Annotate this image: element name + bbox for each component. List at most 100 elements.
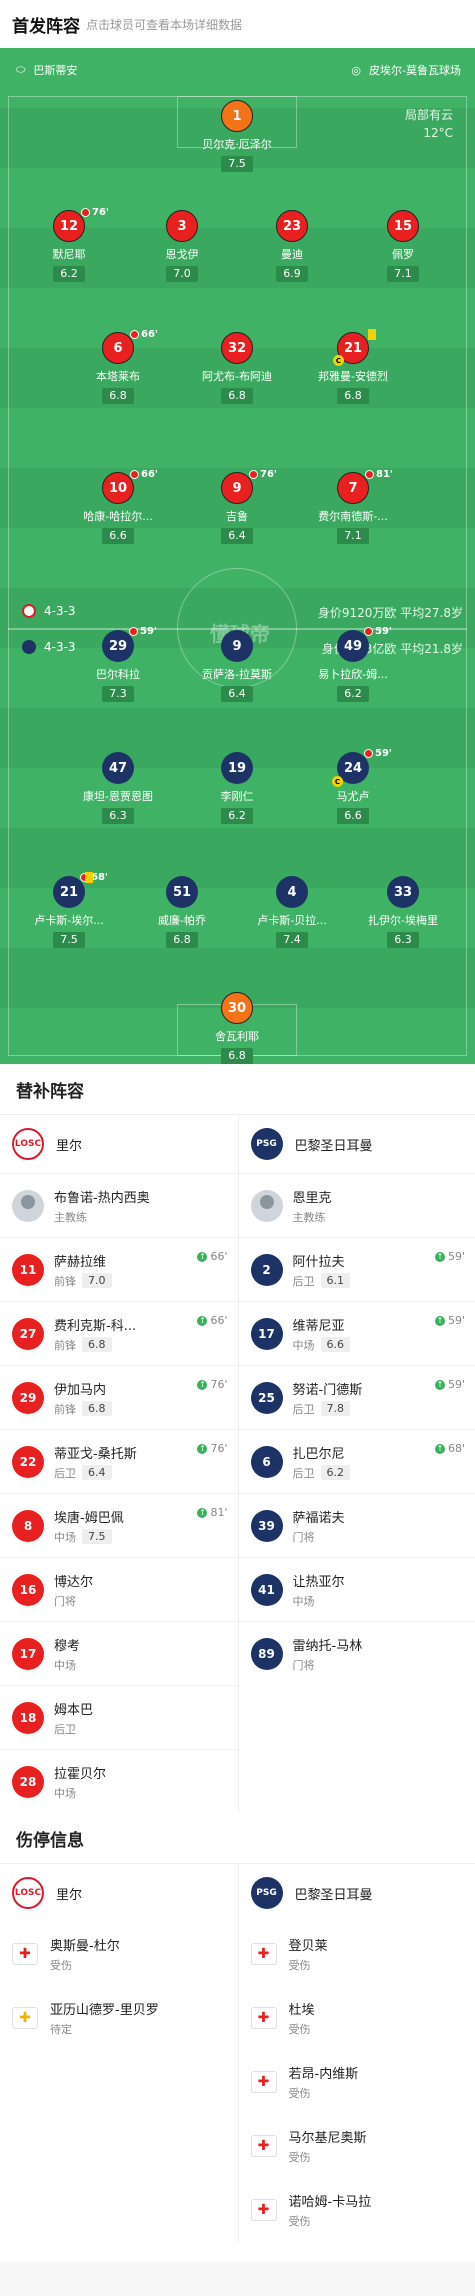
sub-row[interactable]: 28 拉霍贝尔 中场 — [0, 1749, 238, 1813]
sub-in-icon: ↑ — [434, 1379, 445, 1390]
player-number: 3 — [166, 210, 198, 242]
sub-in-icon: ↑ — [197, 1379, 208, 1390]
subs-away-team[interactable]: PSG 巴黎圣日耳曼 — [239, 1115, 475, 1173]
player-name: 让热亚尔 — [292, 1574, 345, 1590]
home-player[interactable]: 3 恩戈伊 7.0 — [127, 210, 237, 282]
sub-row[interactable]: 39 萨福诺夫 门将 — [238, 1493, 475, 1557]
player-number: 6 66' — [102, 329, 158, 364]
player-name: 本塔莱布 — [96, 370, 140, 383]
sub-row[interactable]: 17 维蒂尼亚 中场 6.6 ↑ 59' — [238, 1301, 475, 1365]
sub-in-icon: ↑ — [434, 1251, 445, 1262]
medical-cross-icon: ✚ — [250, 2135, 277, 2157]
injury-row[interactable]: ✚ 奥斯曼-杜尔 受伤 — [0, 1922, 238, 1986]
home-player[interactable]: 32 阿尤布-布阿迪 6.8 — [182, 332, 292, 404]
player-name: 威廉-帕乔 — [158, 914, 206, 927]
player-rating: 6.6 — [102, 528, 134, 544]
sub-out-icon: 76' — [81, 207, 109, 218]
home-player[interactable]: 21 C 邦雅曼-安德烈 6.8 — [298, 329, 408, 404]
away-player[interactable]: 24 59' C 马尤卢 6.6 — [298, 748, 408, 824]
sub-in-icon: ↑ — [434, 1315, 445, 1326]
medical-cross-icon: ✚ — [250, 2007, 277, 2029]
home-player[interactable]: 6 66' 本塔莱布 6.8 — [63, 329, 173, 404]
home-player[interactable]: 1 贝尔克·厄泽尔 7.5 — [182, 100, 292, 172]
sub-row[interactable]: 8 埃唐-姆巴佩 中场 7.5 ↑ 81' — [0, 1493, 238, 1557]
player-number: 29 59' — [102, 626, 157, 662]
sub-in-icon: ↑ — [197, 1315, 208, 1326]
sub-row[interactable]: 25 努诺-门德斯 后卫 7.8 ↑ 59' — [238, 1365, 475, 1429]
player-name: 蒂亚戈-桑托斯 — [54, 1446, 137, 1462]
away-player[interactable]: 49 59' 易卜拉欣-姆... 6.2 — [298, 626, 408, 702]
injuries-home-team[interactable]: LOSC 里尔 — [0, 1864, 238, 1922]
sub-row[interactable]: 17 穆考 中场 — [0, 1621, 238, 1685]
player-name: 穆考 — [54, 1638, 81, 1654]
away-player[interactable]: 30 舍瓦利耶 6.8 — [182, 992, 292, 1064]
lille-crest-icon: LOSC — [12, 1877, 44, 1909]
sub-row[interactable]: 41 让热亚尔 中场 — [238, 1557, 475, 1621]
player-position: 中场 — [54, 1658, 76, 1672]
player-rating: 7.4 — [276, 932, 308, 948]
away-player[interactable]: 4 卢卡斯-贝拉... 7.4 — [237, 876, 347, 948]
player-rating: 6.2 — [337, 686, 369, 702]
sub-row[interactable]: 16 博达尔 门将 — [0, 1557, 238, 1621]
player-rating: 6.8 — [102, 388, 134, 404]
player-position: 后卫 6.1 — [293, 1273, 350, 1289]
sub-in-event: ↑ 66' — [197, 1250, 228, 1263]
away-player[interactable]: 29 59' 巴尔科拉 7.3 — [63, 626, 173, 702]
home-player[interactable]: 12 76' 默尼耶 6.2 — [14, 207, 124, 282]
away-player[interactable]: 33 扎伊尔-埃梅里 6.3 — [348, 876, 458, 948]
sub-row[interactable]: 89 雷纳托-马林 门将 — [238, 1621, 475, 1685]
sub-row[interactable]: 27 费利克斯-科... 前锋 6.8 ↑ 66' — [0, 1301, 238, 1365]
captain-badge: C — [333, 355, 344, 366]
injury-row[interactable]: ✚ 亚历山德罗-里贝罗 待定 — [0, 1986, 238, 2050]
lille-crest-icon — [22, 604, 36, 618]
sub-row[interactable]: 22 蒂亚戈-桑托斯 后卫 6.4 ↑ 76' — [0, 1429, 238, 1493]
home-player[interactable]: 15 佩罗 7.1 — [348, 210, 458, 282]
medical-cross-icon: ✚ — [12, 1943, 38, 1965]
injuries-away-team[interactable]: PSG 巴黎圣日耳曼 — [239, 1864, 475, 1922]
sub-row[interactable]: 6 扎巴尔尼 后卫 6.2 ↑ 68' — [238, 1429, 475, 1493]
player-position: 中场 — [54, 1786, 76, 1800]
player-rating: 6.6 — [337, 808, 369, 824]
sub-row[interactable]: 29 伊加马内 前锋 6.8 ↑ 76' — [0, 1365, 238, 1429]
home-player[interactable]: 10 66' 哈康-哈拉尔... 6.6 — [63, 469, 173, 544]
player-name: 贡萨洛-拉莫斯 — [202, 668, 272, 681]
player-rating: 7.3 — [102, 686, 134, 702]
sub-out-icon: 59' — [364, 748, 392, 759]
medical-cross-icon: ✚ — [250, 2199, 277, 2221]
sub-row[interactable]: 18 姆本巴 后卫 — [0, 1685, 238, 1749]
player-name: 佩罗 — [392, 248, 414, 261]
away-coach[interactable]: 恩里克 主教练 — [238, 1173, 475, 1237]
player-number: 49 59' — [337, 626, 392, 662]
player-number: 25 — [250, 1381, 283, 1414]
player-rating: 6.8 — [166, 932, 198, 948]
injury-row[interactable]: ✚ 马尔基尼奥斯 受伤 — [239, 2114, 475, 2178]
away-player[interactable]: 47 康坦-恩贾恩图 6.3 — [63, 752, 173, 824]
home-player[interactable]: 9 76' 吉鲁 6.4 — [182, 469, 292, 544]
sub-in-icon: ↑ — [197, 1507, 208, 1518]
player-rating: 6.1 — [320, 1273, 350, 1288]
injury-row[interactable]: ✚ 诺哈姆-卡马拉 受伤 — [239, 2178, 475, 2242]
sub-row[interactable]: 11 萨赫拉维 前锋 7.0 ↑ 66' — [0, 1237, 238, 1301]
player-name: 埃唐-姆巴佩 — [54, 1510, 124, 1526]
injury-row[interactable]: ✚ 登贝莱 受伤 — [239, 1922, 475, 1986]
home-player[interactable]: 23 曼迪 6.9 — [237, 210, 347, 282]
player-rating: 6.8 — [337, 388, 369, 404]
home-coach[interactable]: 布鲁诺-热内西奥 主教练 — [0, 1173, 238, 1237]
player-name: 曼迪 — [281, 248, 303, 261]
sub-in-event: ↑ 59' — [434, 1378, 465, 1391]
away-player[interactable]: 21 68' 卢卡斯-埃尔... 7.5 — [14, 872, 124, 948]
home-player[interactable]: 7 81' 费尔南德斯-... 7.1 — [298, 469, 408, 544]
injury-row[interactable]: ✚ 杜埃 受伤 — [239, 1986, 475, 2050]
player-rating: 6.9 — [276, 266, 308, 282]
player-position: 门将 — [292, 1658, 315, 1672]
sub-row[interactable]: 2 阿什拉夫 后卫 6.1 ↑ 59' — [238, 1237, 475, 1301]
player-name: 拉霍贝尔 — [54, 1766, 107, 1782]
subs-home-team[interactable]: LOSC 里尔 — [0, 1115, 238, 1173]
injury-row[interactable]: ✚ 若昂-内维斯 受伤 — [239, 2050, 475, 2114]
away-player[interactable]: 19 李刚仁 6.2 — [182, 752, 292, 824]
away-player[interactable]: 51 威廉-帕乔 6.8 — [127, 876, 237, 948]
player-number: 15 — [387, 210, 419, 242]
player-name: 哈康-哈拉尔... — [83, 510, 153, 523]
away-player[interactable]: 9 贡萨洛-拉莫斯 6.4 — [182, 630, 292, 702]
player-number: 21 C — [333, 329, 376, 366]
